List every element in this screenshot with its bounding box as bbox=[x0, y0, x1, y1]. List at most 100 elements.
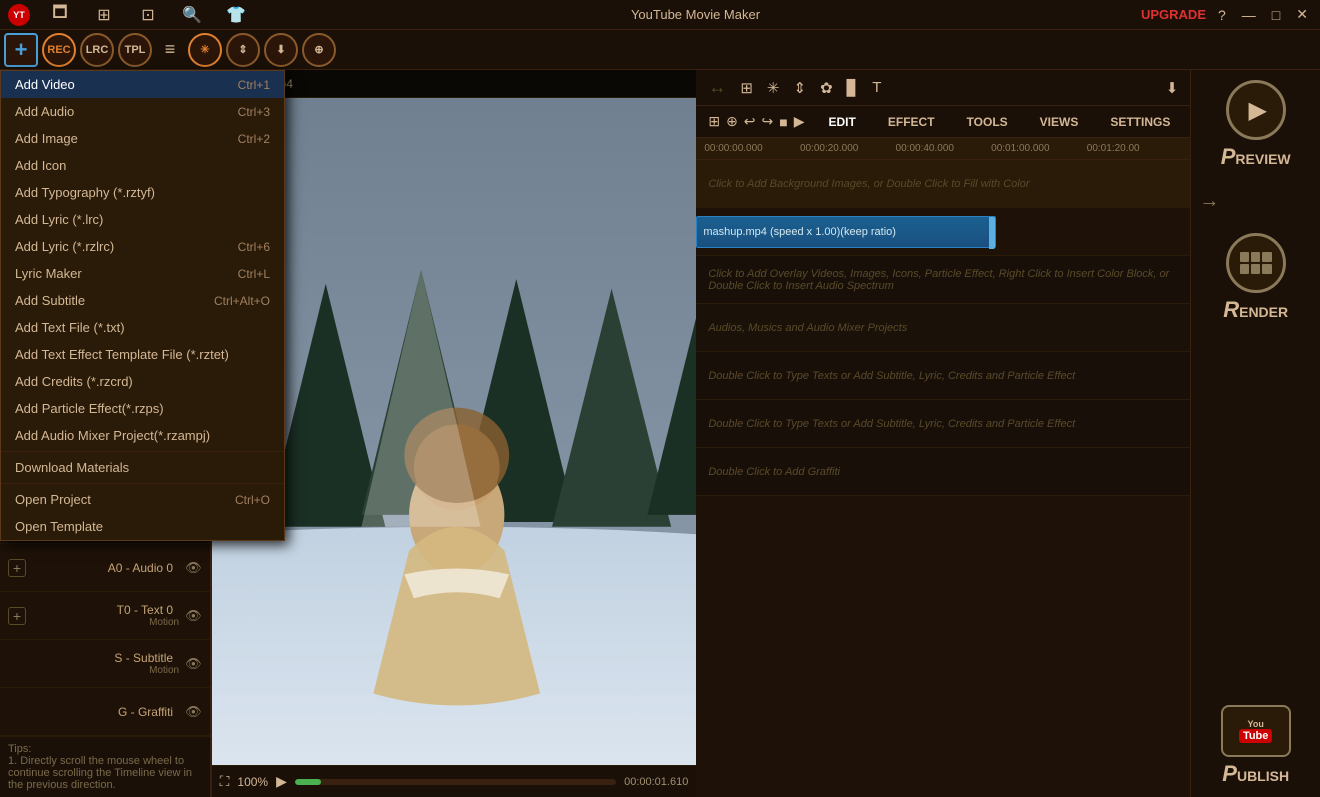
publish-button[interactable]: You Tube bbox=[1221, 705, 1291, 757]
menu-add-text-effect[interactable]: Add Text Effect Template File (*.rztet) bbox=[1, 341, 284, 368]
menu-add-audio-mixer[interactable]: Add Audio Mixer Project(*.rzampj) bbox=[1, 422, 284, 449]
down-button[interactable]: ⬇ bbox=[264, 33, 298, 67]
titlebar-icon-1[interactable]: 🗖 bbox=[46, 1, 74, 29]
menu-add-particle[interactable]: Add Particle Effect(*.rzps) bbox=[1, 395, 284, 422]
snowflake-button[interactable]: ✳ bbox=[188, 33, 222, 67]
publish-section: You Tube PUBLISH bbox=[1221, 705, 1291, 787]
video-clip[interactable]: mashup.mp4 (speed x 1.00)(keep ratio) bbox=[696, 216, 996, 248]
snowflake2-icon[interactable]: ✳ bbox=[763, 77, 784, 99]
bg-track-hint: Click to Add Background Images, or Doubl… bbox=[696, 178, 1041, 190]
menu-open-project[interactable]: Open Project Ctrl+O bbox=[1, 486, 284, 513]
render-button[interactable] bbox=[1226, 233, 1286, 293]
center-panel: ↔ ⊞ ✳ ⇕ ✿ ▊ T ⬇ ⊞ ⊕ ↩ ↪ ■ ▶ EDIT EFFECT … bbox=[696, 70, 1190, 797]
play-preview-icon[interactable]: ▶ bbox=[276, 773, 287, 790]
timeline-area: 00:00:00.000 00:00:20.000 00:00:40.000 0… bbox=[696, 138, 1190, 797]
audio-track-eye[interactable]: 👁 bbox=[185, 560, 202, 576]
subtitle-track[interactable]: Double Click to Type Texts or Add Subtit… bbox=[696, 400, 1190, 448]
titlebar-icon-3[interactable]: ⊡ bbox=[134, 1, 162, 29]
download-icon[interactable]: ⬇ bbox=[1162, 77, 1183, 99]
menu-separator-2 bbox=[1, 483, 284, 484]
menu-download-materials[interactable]: Download Materials bbox=[1, 454, 284, 481]
resize-arrow-icon[interactable]: ↔ bbox=[704, 75, 730, 100]
titlebar-icon-2[interactable]: ⊞ bbox=[90, 1, 118, 29]
menu-separator-1 bbox=[1, 451, 284, 452]
main-toolbar: + REC LRC TPL ≡ ✳ ⇕ ⬇ ⊕ bbox=[0, 30, 1320, 70]
subtitle-track-name: S - Subtitle bbox=[114, 651, 179, 665]
right-panel: ▶ PREVIEW → RENDER bbox=[1190, 70, 1320, 797]
menu-add-lyric-lrc[interactable]: Add Lyric (*.lrc) bbox=[1, 206, 284, 233]
flower-icon[interactable]: ✿ bbox=[816, 77, 837, 99]
ruler-mark-1: 00:00:20.000 bbox=[800, 143, 896, 154]
preview-button[interactable]: ▶ bbox=[1226, 80, 1286, 140]
preview-section: ▶ PREVIEW bbox=[1221, 80, 1291, 170]
menu-add-text-file[interactable]: Add Text File (*.txt) bbox=[1, 314, 284, 341]
text-icon[interactable]: T bbox=[868, 77, 885, 98]
tpl-button[interactable]: TPL bbox=[118, 33, 152, 67]
tab-tools[interactable]: TOOLS bbox=[951, 111, 1024, 133]
menu-add-icon[interactable]: Add Icon bbox=[1, 152, 284, 179]
add-text-track-btn[interactable]: + bbox=[8, 607, 26, 625]
bars-icon[interactable]: ▊ bbox=[843, 77, 863, 99]
lrc-button[interactable]: LRC bbox=[80, 33, 114, 67]
menu-lyric-maker[interactable]: Lyric Maker Ctrl+L bbox=[1, 260, 284, 287]
tl-undo[interactable]: ↩ bbox=[744, 113, 756, 130]
add-button[interactable]: + bbox=[4, 33, 38, 67]
overlay-track[interactable]: Click to Add Overlay Videos, Images, Ico… bbox=[696, 256, 1190, 304]
menu-add-subtitle[interactable]: Add Subtitle Ctrl+Alt+O bbox=[1, 287, 284, 314]
graffiti-track-hint: Double Click to Add Graffiti bbox=[696, 466, 852, 478]
title-bar-left: YT 🗖 ⊞ ⊡ 🔍 👕 bbox=[8, 1, 250, 29]
graffiti-track-label: G - Graffiti 👁 bbox=[0, 688, 210, 736]
subtitle-track-eye[interactable]: 👁 bbox=[185, 656, 202, 672]
crop-icon[interactable]: ⛶ bbox=[220, 773, 230, 790]
subtitle-track-label: S - Subtitle Motion 👁 bbox=[0, 640, 210, 688]
overlay-track-hint: Click to Add Overlay Videos, Images, Ico… bbox=[696, 268, 1190, 292]
text-track-sub: Motion bbox=[149, 617, 179, 628]
tl-play[interactable]: ▶ bbox=[794, 113, 805, 130]
tl-icon-1[interactable]: ⊞ bbox=[708, 113, 720, 130]
menu-add-audio[interactable]: Add Audio Ctrl+3 bbox=[1, 98, 284, 125]
titlebar-icon-5[interactable]: 👕 bbox=[222, 1, 250, 29]
tab-views[interactable]: VIEWS bbox=[1024, 111, 1095, 133]
text-track-hint: Double Click to Type Texts or Add Subtit… bbox=[696, 370, 1087, 382]
menu-open-template[interactable]: Open Template bbox=[1, 513, 284, 540]
video-track[interactable]: mashup.mp4 (speed x 1.00)(keep ratio) bbox=[696, 208, 1190, 256]
app-logo: YT bbox=[8, 4, 30, 26]
preview-label: PREVIEW bbox=[1221, 144, 1291, 170]
search-button[interactable]: ⊕ bbox=[302, 33, 336, 67]
edit-tabs: ⊞ ⊕ ↩ ↪ ■ ▶ EDIT EFFECT TOOLS VIEWS SETT… bbox=[696, 106, 1190, 138]
menu-add-credits[interactable]: Add Credits (*.rzcrd) bbox=[1, 368, 284, 395]
menu-add-image[interactable]: Add Image Ctrl+2 bbox=[1, 125, 284, 152]
text-track-eye[interactable]: 👁 bbox=[185, 608, 202, 624]
tab-effect[interactable]: EFFECT bbox=[872, 111, 951, 133]
menu-add-video[interactable]: Add Video Ctrl+1 bbox=[1, 71, 284, 98]
graffiti-track[interactable]: Double Click to Add Graffiti bbox=[696, 448, 1190, 496]
maximize-button[interactable]: □ bbox=[1268, 7, 1284, 23]
minimize-button[interactable]: — bbox=[1238, 7, 1260, 23]
ruler-mark-4: 00:01:20.00 bbox=[1087, 143, 1183, 154]
background-track[interactable]: Click to Add Background Images, or Doubl… bbox=[696, 160, 1190, 208]
render-label: RENDER bbox=[1223, 297, 1288, 323]
video-progress-bar[interactable] bbox=[295, 779, 616, 785]
adjust-button[interactable]: ⇕ bbox=[226, 33, 260, 67]
rec-button[interactable]: REC bbox=[42, 33, 76, 67]
graffiti-track-eye[interactable]: 👁 bbox=[185, 704, 202, 720]
menu-add-typography[interactable]: Add Typography (*.rztyf) bbox=[1, 179, 284, 206]
preview-play-icon: ▶ bbox=[1248, 96, 1266, 125]
sub-track-hint: Double Click to Type Texts or Add Subtit… bbox=[696, 418, 1087, 430]
upgrade-button[interactable]: UPGRADE bbox=[1141, 7, 1206, 22]
add-audio-track-btn[interactable]: + bbox=[8, 559, 26, 577]
close-button[interactable]: ✕ bbox=[1292, 6, 1312, 23]
menu-add-lyric-rzlrc[interactable]: Add Lyric (*.rzlrc) Ctrl+6 bbox=[1, 233, 284, 260]
tab-edit[interactable]: EDIT bbox=[813, 111, 872, 133]
tl-stop[interactable]: ■ bbox=[779, 114, 787, 130]
tl-redo[interactable]: ↪ bbox=[762, 113, 774, 130]
text-track[interactable]: Double Click to Type Texts or Add Subtit… bbox=[696, 352, 1190, 400]
tl-icon-2[interactable]: ⊕ bbox=[726, 113, 738, 130]
tab-settings[interactable]: SETTINGS bbox=[1094, 111, 1186, 133]
adjust2-icon[interactable]: ⇕ bbox=[789, 77, 810, 99]
audio-track[interactable]: Audios, Musics and Audio Mixer Projects bbox=[696, 304, 1190, 352]
grid-icon[interactable]: ⊞ bbox=[736, 77, 757, 99]
list-icon[interactable]: ≡ bbox=[156, 36, 184, 64]
help-button[interactable]: ? bbox=[1214, 7, 1230, 23]
titlebar-icon-4[interactable]: 🔍 bbox=[178, 1, 206, 29]
